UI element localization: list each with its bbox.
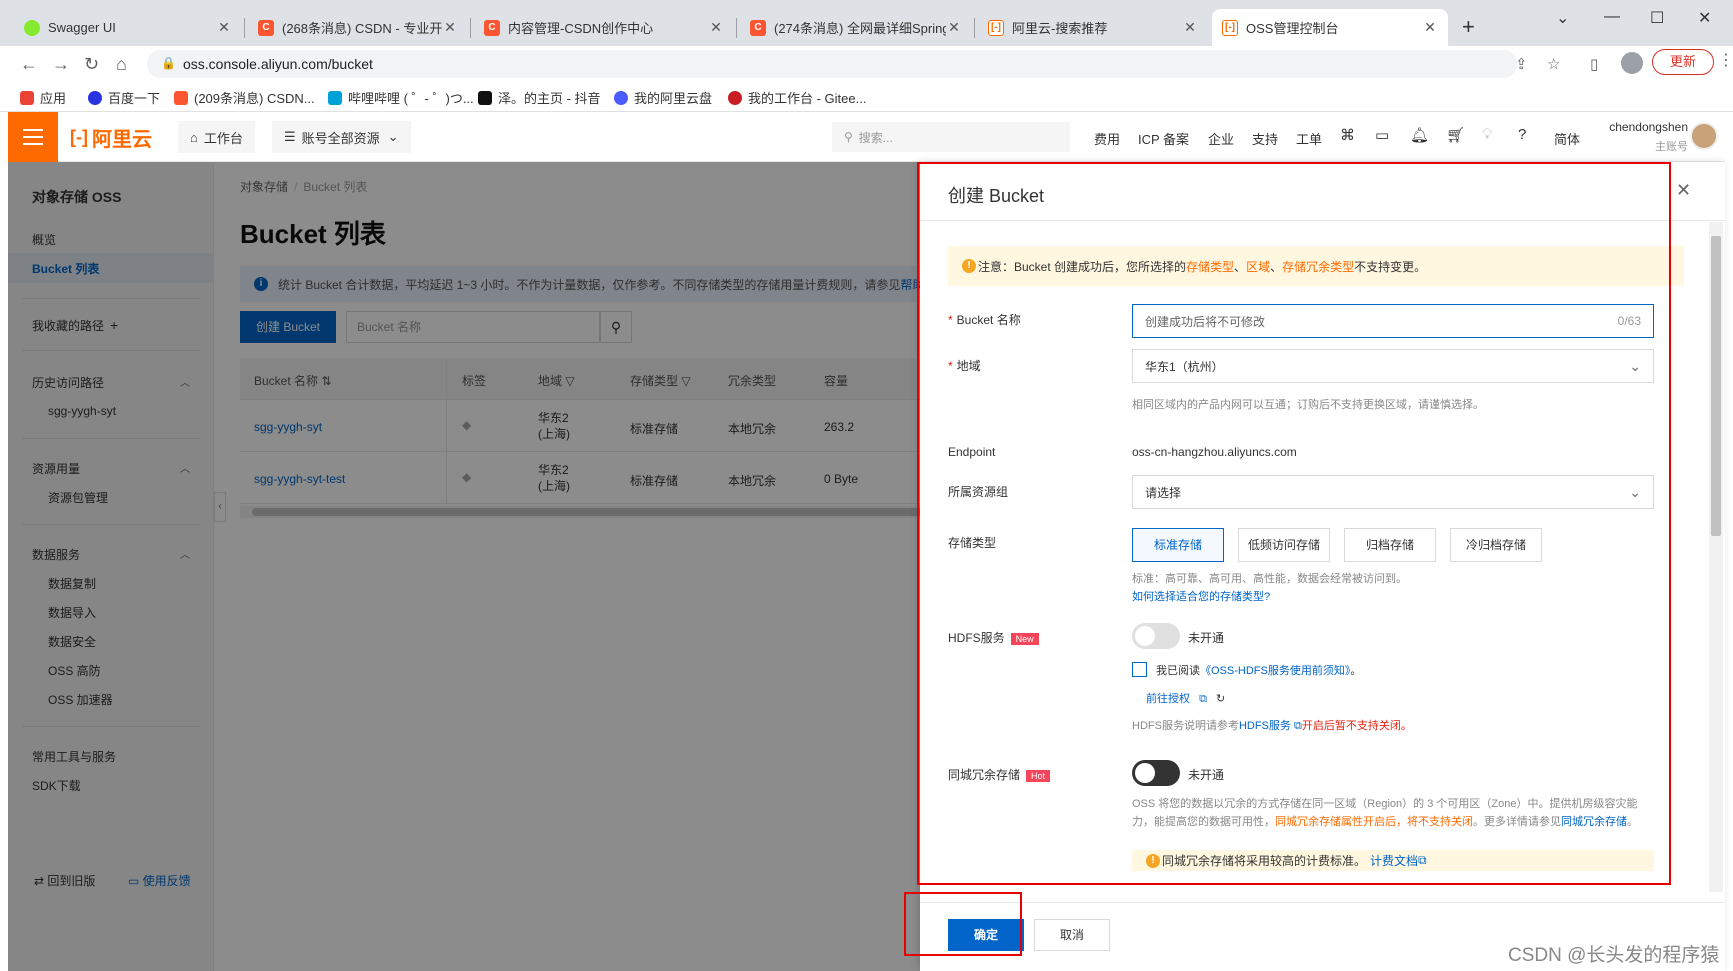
annotation-box — [904, 892, 1022, 956]
csdn-icon: C — [484, 19, 500, 36]
new-tab-button[interactable]: + — [1462, 14, 1475, 40]
bookmark-item[interactable]: 百度一下 — [88, 88, 160, 107]
apps-icon — [20, 90, 34, 105]
update-button[interactable]: 更新 — [1652, 49, 1714, 75]
more-menu-icon[interactable]: ⋮ — [1718, 50, 1733, 70]
forward-arrow-icon[interactable]: → — [52, 54, 70, 75]
csdn-icon: C — [258, 19, 274, 36]
bookmark-item[interactable]: 应用 — [20, 88, 66, 107]
menu-icon[interactable] — [8, 112, 58, 162]
browser-tab[interactable]: C (268条消息) CSDN - 专业开发者 ✕ — [248, 9, 468, 46]
browser-tab[interactable]: C (274条消息) 全网最详细SpringB ✕ — [740, 9, 972, 46]
nav-support[interactable]: 支持 — [1252, 129, 1278, 148]
close-icon[interactable]: ✕ — [1182, 19, 1198, 36]
csdn-icon — [174, 90, 188, 105]
close-icon[interactable]: ✕ — [1676, 180, 1691, 201]
user-info[interactable]: chendongshen 主账号 — [1598, 120, 1688, 154]
aliyundrive-icon — [614, 90, 628, 105]
douyin-icon — [478, 90, 492, 105]
profile-avatar[interactable] — [1621, 52, 1643, 74]
nav-billing[interactable]: 费用 — [1094, 129, 1120, 148]
close-icon[interactable]: ✕ — [442, 19, 458, 36]
baidu-icon — [88, 90, 102, 105]
console-header: [-] 阿里云 ⌂ 工作台 ☰ 账号全部资源 ⌄ ⚲ 搜索... 费用 ICP 备案 企业… — [8, 112, 1725, 162]
close-icon[interactable]: ✕ — [946, 19, 962, 36]
aliyun-icon: [-] — [70, 126, 88, 147]
bookmark-item[interactable]: 我的工作台 - Gitee... — [728, 88, 866, 107]
bookmark-item[interactable]: 泽。的主页 - 抖音 — [478, 88, 601, 107]
gitee-icon — [728, 90, 742, 105]
home-icon[interactable]: ⌂ — [116, 54, 127, 75]
bookmark-item[interactable]: 哔哩哔哩 ( ゜- ゜)つ... — [328, 88, 474, 107]
browser-tab[interactable]: Swagger UI ✕ — [14, 9, 242, 46]
help-icon[interactable]: ? — [1518, 126, 1526, 143]
sidepanel-icon[interactable]: ▯ — [1590, 55, 1598, 73]
cloudshell-icon[interactable]: ⌘ — [1340, 126, 1355, 144]
nav-enterprise[interactable]: 企业 — [1208, 129, 1234, 148]
annotation-box — [917, 162, 1671, 885]
vertical-scrollbar[interactable] — [1709, 222, 1723, 892]
aliyun-logo[interactable]: [-] 阿里云 — [70, 124, 152, 151]
address-bar: ← → ↻ ⌂ 🔒 oss.console.aliyun.com/bucket … — [0, 46, 1733, 82]
maximize-button[interactable]: ☐ — [1650, 8, 1664, 28]
url-input[interactable]: 🔒 oss.console.aliyun.com/bucket ⇪ ☆ — [147, 50, 1560, 78]
workbench-button[interactable]: ⌂ 工作台 — [178, 121, 255, 153]
bell-icon[interactable]: 🔔︎ — [1410, 126, 1429, 144]
watermark: CSDN @长头发的程序猿 — [1508, 945, 1720, 966]
reload-icon[interactable]: ↻ — [84, 54, 99, 75]
nav-icp[interactable]: ICP 备案 — [1138, 129, 1189, 148]
nav-ticket[interactable]: 工单 — [1296, 129, 1322, 148]
lock-icon: 🔒 — [161, 56, 176, 70]
browser-tab-active[interactable]: [-] OSS管理控制台 ✕ — [1212, 9, 1448, 46]
bookmark-item[interactable]: 我的阿里云盘 — [614, 88, 712, 107]
browser-tab[interactable]: C 内容管理-CSDN创作中心 ✕ — [474, 9, 734, 46]
bilibili-icon — [328, 90, 342, 105]
terminal-icon[interactable]: ▭ — [1375, 126, 1389, 144]
close-icon[interactable]: ✕ — [708, 19, 724, 36]
share-icon[interactable]: ⇪ — [1515, 55, 1528, 73]
aliyun-icon: [-] — [988, 19, 1004, 36]
cart-icon[interactable]: 🛒︎ — [1446, 126, 1465, 144]
browser-tab-strip: Swagger UI ✕ C (268条消息) CSDN - 专业开发者 ✕ C… — [0, 0, 1733, 46]
search-icon: ⚲ — [844, 130, 853, 144]
close-icon[interactable]: ✕ — [1422, 19, 1438, 36]
star-icon[interactable]: ☆ — [1547, 55, 1560, 73]
chevron-down-icon: ⌄ — [387, 129, 399, 144]
language-switch[interactable]: 简体 — [1554, 129, 1580, 148]
cancel-button[interactable]: 取消 — [1034, 919, 1110, 951]
list-icon: ☰ — [284, 129, 296, 144]
browser-tab[interactable]: [-] 阿里云-搜索推荐 ✕ — [978, 9, 1208, 46]
aliyun-icon: [-] — [1222, 19, 1238, 36]
back-arrow-icon[interactable]: ← — [20, 54, 38, 75]
resources-dropdown[interactable]: ☰ 账号全部资源 ⌄ — [272, 121, 411, 153]
minimize-button[interactable]: — — [1604, 8, 1620, 26]
avatar[interactable] — [1690, 122, 1718, 150]
bookmark-item[interactable]: (209条消息) CSDN... — [174, 88, 315, 107]
home-icon: ⌂ — [190, 129, 198, 145]
chevron-down-icon[interactable]: ⌄ — [1556, 8, 1569, 28]
console-search-input[interactable]: ⚲ 搜索... — [832, 122, 1070, 152]
swagger-icon — [24, 19, 40, 36]
csdn-icon: C — [750, 19, 766, 36]
lightbulb-icon[interactable]: 💡︎ — [1482, 126, 1493, 143]
close-icon[interactable]: ✕ — [216, 19, 232, 36]
window-close-button[interactable]: ✕ — [1698, 8, 1711, 28]
bookmarks-bar: 应用 百度一下 (209条消息) CSDN... 哔哩哔哩 ( ゜- ゜)つ..… — [0, 82, 1733, 112]
